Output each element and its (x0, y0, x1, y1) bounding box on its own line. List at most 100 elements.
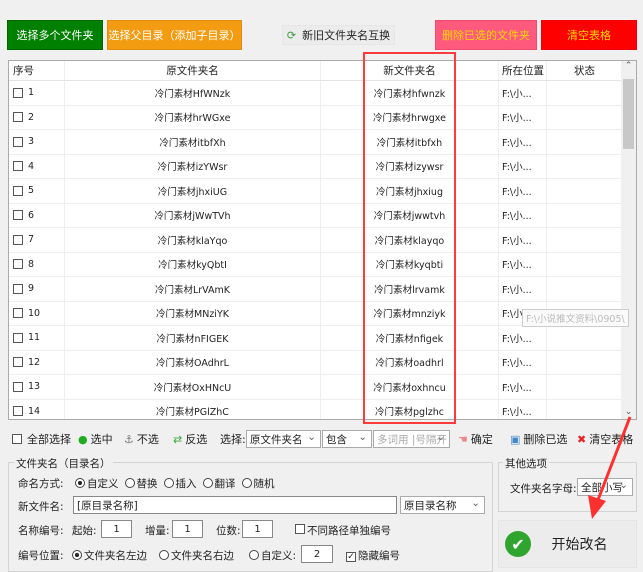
uncheck-button[interactable]: ⚓ 不选 (124, 428, 159, 450)
red-arrow-annotation (588, 416, 632, 519)
table-row[interactable]: 9 冷门素材LrVAmK 冷门素材lrvamk F:\小... (9, 277, 623, 302)
digits-input[interactable]: 1 (242, 520, 273, 538)
check-circle-icon: ● (78, 432, 88, 446)
hide-number-checkbox[interactable]: ✓ 隐藏编号 (346, 548, 400, 563)
row-select[interactable]: 3 (9, 130, 65, 154)
status (547, 203, 623, 227)
mode-radio[interactable]: 翻译 (202, 478, 236, 490)
row-checkbox[interactable] (13, 283, 23, 294)
row-select[interactable]: 7 (9, 228, 65, 252)
row-select[interactable]: 12 (9, 350, 65, 374)
row-checkbox[interactable] (13, 234, 23, 245)
row-checkbox[interactable] (13, 161, 23, 172)
original-name: 冷门素材hrWGxe (65, 105, 321, 129)
table-row[interactable]: 3 冷门素材itbfXh 冷门素材itbfxh F:\小... (9, 130, 623, 155)
table-row[interactable]: 14 冷门素材PGlZhC 冷门素材pglzhc F:\小... (9, 399, 623, 419)
row-select[interactable]: 14 (9, 399, 65, 419)
check-button[interactable]: ● 选中 (78, 428, 113, 450)
row-select[interactable]: 9 (9, 277, 65, 301)
row-select[interactable]: 5 (9, 179, 65, 203)
position-radio[interactable]: 文件夹名右边 (159, 548, 234, 563)
table-row[interactable]: 1 冷门素材HfWNzk 冷门素材hfwnzk F:\小... (9, 81, 623, 106)
row-select[interactable]: 10 (9, 301, 65, 325)
row-select[interactable]: 6 (9, 203, 65, 227)
table-row[interactable]: 6 冷门素材jWwTVh 冷门素材jwwtvh F:\小... (9, 203, 623, 228)
table-row[interactable]: 2 冷门素材hrWGxe 冷门素材hrwgxe F:\小... (9, 105, 623, 130)
keyword-input[interactable]: 多词用 |号隔开 (373, 430, 450, 448)
table-row[interactable]: 7 冷门素材klaYqo 冷门素材klayqo F:\小... (9, 228, 623, 253)
status (547, 179, 623, 203)
location: F:\小... (499, 399, 547, 419)
table-row[interactable]: 4 冷门素材izYWsr 冷门素材izywsr F:\小... (9, 154, 623, 179)
column-header[interactable]: 序号 (9, 61, 65, 80)
row-checkbox[interactable] (13, 406, 23, 417)
step-input[interactable]: 1 (172, 520, 203, 538)
row-select[interactable]: 13 (9, 375, 65, 399)
row-select[interactable]: 8 (9, 252, 65, 276)
table-row[interactable]: 8 冷门素材kyQbtI 冷门素材kyqbti F:\小... (9, 252, 623, 277)
original-name: 冷门素材jWwTVh (65, 203, 321, 227)
row-checkbox[interactable] (13, 332, 23, 343)
field-select[interactable]: 原文件夹名 (246, 430, 321, 448)
location: F:\小... (499, 252, 547, 276)
new-name-select[interactable]: 原目录名称 (400, 496, 485, 514)
row-select[interactable]: 2 (9, 105, 65, 129)
row-select[interactable]: 11 (9, 326, 65, 350)
row-checkbox[interactable] (13, 357, 23, 368)
position-radio[interactable]: 文件夹名左边 (72, 548, 147, 563)
select-parent-dir-button[interactable]: 选择父目录（添加子目录） (107, 20, 242, 50)
swap-names-button[interactable]: ⟳ 新旧文件夹名互换 (282, 25, 395, 45)
mode-radio[interactable]: 插入 (163, 478, 197, 490)
separate-numbering-checkbox[interactable]: 不同路径单独编号 (295, 523, 391, 538)
start-input[interactable]: 1 (101, 520, 132, 538)
blank-cell (456, 375, 499, 399)
row-checkbox[interactable] (13, 87, 23, 98)
clear-table-button[interactable]: 清空表格 (541, 20, 637, 50)
mode-radio[interactable]: 替换 (124, 478, 158, 490)
column-header[interactable]: 所在位置 (499, 61, 547, 80)
blank-cell (456, 277, 499, 301)
select-all-checkbox[interactable]: 全部选择 (12, 428, 71, 450)
position-radio[interactable]: 自定义: (249, 548, 296, 563)
select-multiple-folders-button[interactable]: 选择多个文件夹 (7, 20, 103, 50)
table-row[interactable]: 12 冷门素材OAdhrL 冷门素材oadhrl F:\小... (9, 350, 623, 375)
blank-cell (321, 277, 364, 301)
table-row[interactable]: 13 冷门素材OxHNcU 冷门素材oxhncu F:\小... (9, 375, 623, 400)
row-checkbox[interactable] (13, 259, 23, 270)
column-header[interactable] (456, 61, 499, 80)
row-checkbox[interactable] (13, 112, 23, 123)
mode-radio[interactable]: 随机 (241, 478, 275, 490)
column-header[interactable] (321, 61, 364, 80)
location: F:\小... (499, 154, 547, 178)
match-select[interactable]: 包含 (322, 430, 372, 448)
column-header[interactable]: 状态 (547, 61, 623, 80)
vertical-scrollbar[interactable]: ⌃ ⌄ (621, 61, 636, 419)
scrollbar-thumb[interactable] (623, 79, 634, 149)
original-name: 冷门素材nFIGEK (65, 326, 321, 350)
row-checkbox[interactable] (13, 381, 23, 392)
start-rename-button[interactable]: ✔ 开始改名 (498, 520, 637, 568)
location: F:\小... (499, 375, 547, 399)
blank-cell (321, 301, 364, 325)
blank-cell (321, 179, 364, 203)
column-header[interactable]: 原文件夹名 (65, 61, 321, 80)
delete-selected-button[interactable]: ▣ 删除已选 (510, 428, 567, 450)
original-name: 冷门素材klaYqo (65, 228, 321, 252)
row-checkbox[interactable] (13, 210, 23, 221)
custom-position-input[interactable]: 2 (301, 545, 333, 563)
invert-button[interactable]: ⇄ 反选 (173, 428, 207, 450)
blank-cell (456, 130, 499, 154)
mode-radio[interactable]: 自定义 (75, 478, 119, 490)
new-name-input[interactable]: [原目录名称] (73, 496, 397, 514)
row-select[interactable]: 4 (9, 154, 65, 178)
table-row[interactable]: 5 冷门素材jhxiUG 冷门素材jhxiug F:\小... (9, 179, 623, 204)
row-checkbox[interactable] (13, 185, 23, 196)
row-select[interactable]: 1 (9, 81, 65, 105)
table-row[interactable]: 11 冷门素材nFIGEK 冷门素材nfigek F:\小... (9, 326, 623, 351)
status (547, 375, 623, 399)
delete-selected-folders-button[interactable]: 删除已选的文件夹 (435, 20, 537, 50)
confirm-button[interactable]: ☚ 确定 (458, 428, 493, 450)
row-checkbox[interactable] (13, 308, 23, 319)
row-checkbox[interactable] (13, 136, 23, 147)
blank-cell (321, 154, 364, 178)
